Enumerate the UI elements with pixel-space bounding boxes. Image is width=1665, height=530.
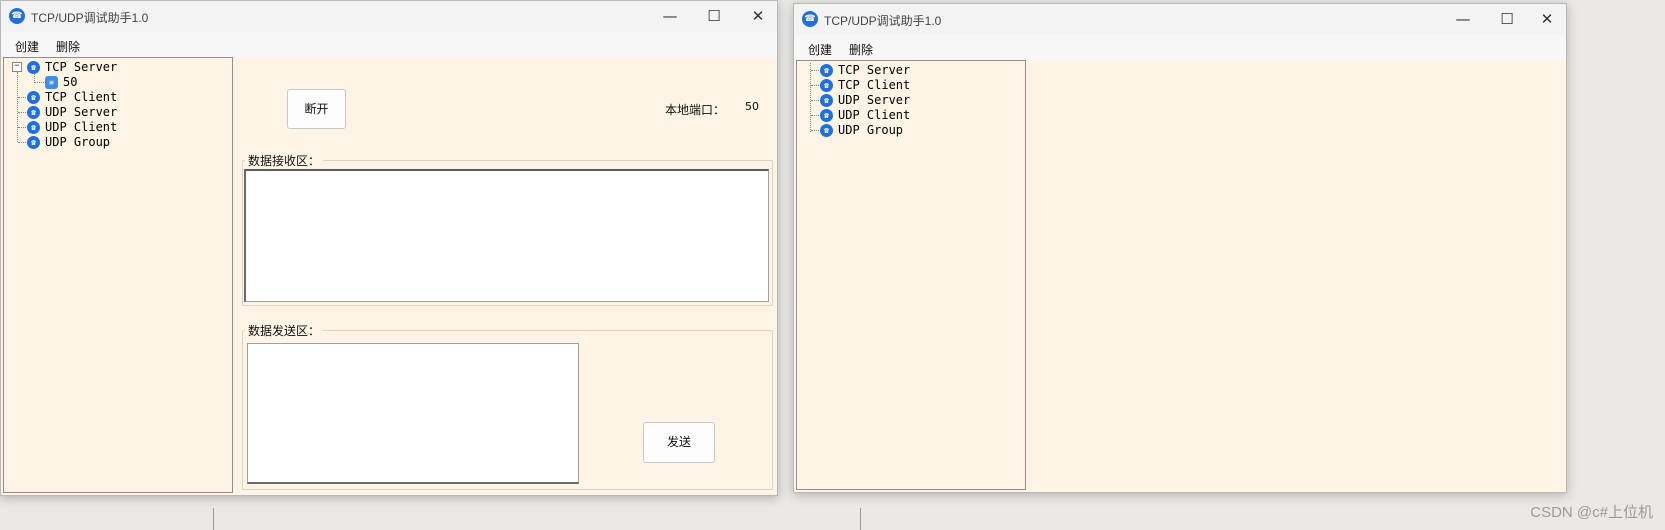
- phone-icon: ☎: [27, 121, 40, 134]
- collapse-toggle[interactable]: −: [12, 62, 22, 72]
- tree-item-label: UDP Server: [838, 93, 911, 107]
- disconnect-button[interactable]: 断开: [287, 89, 346, 129]
- receive-group-title: 数据接收区：: [245, 152, 324, 169]
- tree-line: [18, 97, 26, 98]
- database-icon: ≡: [45, 76, 58, 89]
- tree-item-label: 50: [63, 75, 78, 89]
- local-port-value: 50: [745, 100, 759, 113]
- tree-item-label: TCP Client: [838, 78, 911, 92]
- menu-create[interactable]: 创建: [806, 41, 834, 58]
- send-button[interactable]: 发送: [643, 422, 715, 463]
- menu-bar: 创建 删除: [794, 35, 1566, 61]
- tree-item-label: UDP Group: [45, 135, 111, 149]
- tree-line: [810, 63, 811, 132]
- chevron-left-icon[interactable]: ‹: [776, 196, 777, 215]
- tree-line: [811, 85, 819, 86]
- desktop-divider: [860, 508, 861, 530]
- tree-line: [811, 115, 819, 116]
- close-button[interactable]: ✕: [735, 1, 777, 32]
- connection-tree[interactable]: ☎ TCP Server ☎ TCP Client ☎ UDP Server ☎…: [796, 60, 1026, 490]
- menu-delete[interactable]: 删除: [54, 38, 82, 55]
- desktop-divider: [213, 508, 214, 530]
- send-textarea[interactable]: [247, 343, 579, 484]
- tree-item-label: UDP Server: [45, 105, 118, 119]
- tree-item-label: TCP Server: [45, 60, 118, 74]
- phone-icon: ☎: [27, 91, 40, 104]
- phone-icon: ☎: [27, 136, 40, 149]
- tree-item-label: TCP Client: [45, 90, 118, 104]
- tree-item-label: UDP Client: [45, 120, 118, 134]
- phone-icon: ☎: [820, 109, 833, 122]
- phone-icon: ☎: [820, 64, 833, 77]
- send-group-title: 数据发送区：: [245, 322, 324, 339]
- maximize-button[interactable]: ☐: [691, 1, 737, 32]
- tree-line: [35, 82, 44, 83]
- menu-bar: 创建 删除: [1, 32, 777, 58]
- watermark: CSDN @c#上位机: [1530, 504, 1653, 521]
- phone-icon: ☎: [820, 124, 833, 137]
- menu-create[interactable]: 创建: [13, 38, 41, 55]
- phone-icon: ☎: [820, 79, 833, 92]
- minimize-button[interactable]: —: [647, 1, 693, 32]
- tree-item-label: UDP Group: [838, 123, 904, 137]
- tree-line: [17, 72, 18, 142]
- tree-line: [811, 130, 819, 131]
- close-button[interactable]: ✕: [1524, 4, 1566, 35]
- title-bar[interactable]: ☎ TCP/UDP调试助手1.0 — ☐ ✕: [794, 4, 1566, 35]
- menu-delete[interactable]: 删除: [847, 41, 875, 58]
- phone-icon: ☎: [27, 61, 40, 74]
- second-window: ☎ TCP/UDP调试助手1.0 — ☐ ✕ 创建 删除 ☎ TCP Serve…: [793, 3, 1567, 493]
- server-window: ☎ TCP/UDP调试助手1.0 — ☐ ✕ 创建 删除 − ☎ TCP Ser…: [0, 0, 778, 496]
- phone-icon: ☎: [820, 94, 833, 107]
- tree-line: [811, 70, 819, 71]
- app-phone-icon: ☎: [802, 11, 818, 27]
- tree-line: [18, 112, 26, 113]
- title-bar[interactable]: ☎ TCP/UDP调试助手1.0 — ☐ ✕: [1, 1, 777, 32]
- window-title: TCP/UDP调试助手1.0: [31, 11, 149, 25]
- tree-item-label: TCP Server: [838, 63, 911, 77]
- tree-item-label: UDP Client: [838, 108, 911, 122]
- app-phone-icon: ☎: [9, 8, 25, 24]
- local-port-label: 本地端口：: [665, 103, 726, 117]
- minimize-button[interactable]: —: [1440, 4, 1486, 35]
- receive-textarea[interactable]: [244, 169, 769, 302]
- tree-line: [18, 142, 26, 143]
- tree-line: [811, 100, 819, 101]
- tree-line: [18, 127, 26, 128]
- connection-tree[interactable]: − ☎ TCP Server ≡ 50 ☎ TCP Client ☎ UDP S…: [3, 57, 233, 493]
- window-title: TCP/UDP调试助手1.0: [824, 14, 942, 28]
- phone-icon: ☎: [27, 106, 40, 119]
